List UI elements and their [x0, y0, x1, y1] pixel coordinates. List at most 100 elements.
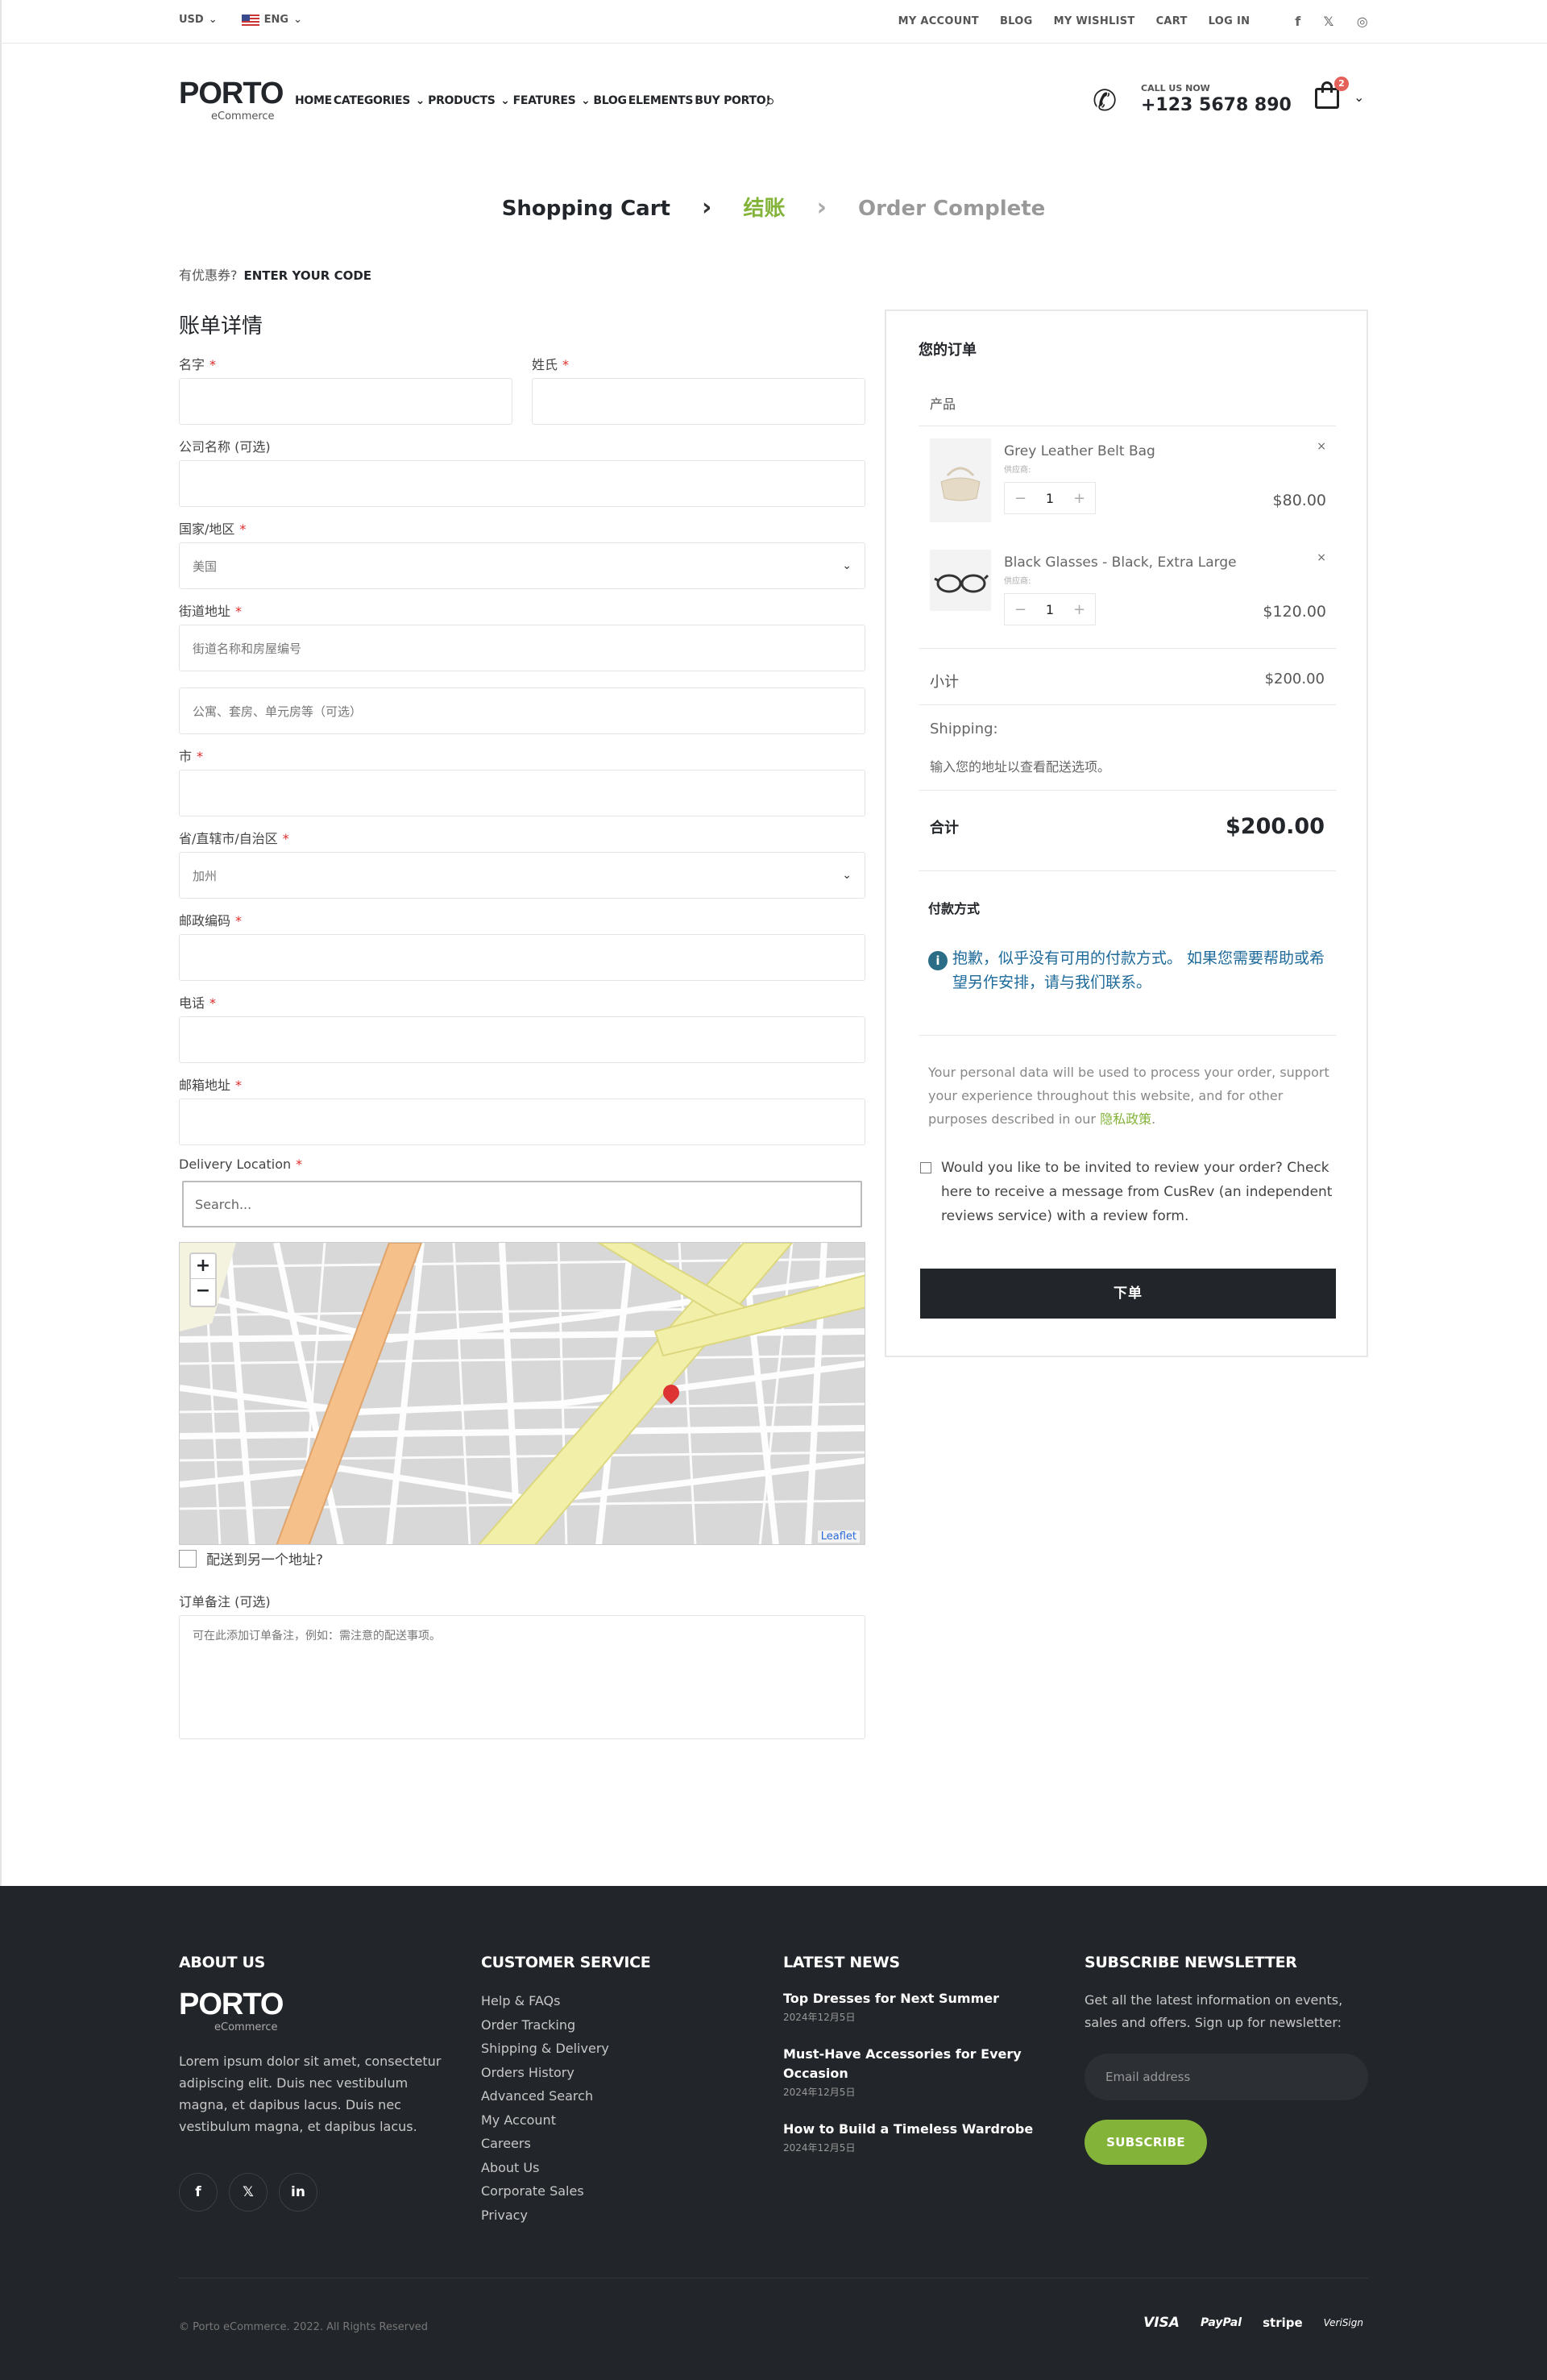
place-order-button[interactable]: 下单 [920, 1269, 1336, 1319]
nav-buy-porto[interactable]: BUY PORTO! [695, 94, 771, 107]
logo-text: PORTO [179, 77, 284, 110]
street-address-field[interactable]: 街道名称和房屋编号 [179, 625, 865, 671]
product-name[interactable]: Grey Leather Belt Bag [1004, 443, 1155, 459]
company-field[interactable] [179, 460, 865, 507]
x-icon[interactable]: 𝕏 [229, 2173, 268, 2212]
news-title[interactable]: Top Dresses for Next Summer [783, 1989, 1057, 2008]
footer-link[interactable]: My Account [481, 2108, 723, 2133]
instagram-icon[interactable]: ◎ [1357, 14, 1368, 29]
map-search-input[interactable]: Search... [182, 1181, 862, 1227]
zoom-out-button[interactable]: − [191, 1279, 215, 1303]
facebook-icon[interactable]: f [179, 2173, 218, 2212]
remove-item-icon[interactable]: × [1317, 440, 1326, 453]
footer-link[interactable]: Shipping & Delivery [481, 2037, 723, 2061]
link-my-account[interactable]: MY ACCOUNT [898, 15, 979, 27]
review-invite-checkbox[interactable] [920, 1162, 931, 1173]
nav-products[interactable]: PRODUCTS ⌄ [428, 94, 511, 107]
news-title[interactable]: Must-Have Accessories for Every Occasion [783, 2045, 1057, 2083]
news-title[interactable]: How to Build a Timeless Wardrobe [783, 2120, 1057, 2139]
enter-code-link[interactable]: ENTER YOUR CODE [244, 268, 372, 283]
footer-link[interactable]: Order Tracking [481, 2013, 723, 2037]
cart-bag [1315, 88, 1339, 109]
chevron-down-icon[interactable]: ⌄ [1354, 89, 1364, 105]
item-price: $120.00 [1263, 603, 1326, 621]
product-thumbnail[interactable] [930, 438, 991, 522]
placeholder: 可在此添加订单备注，例如：需注意的配送事项。 [193, 1630, 441, 1643]
privacy-policy-link[interactable]: 隐私政策 [1100, 1111, 1151, 1127]
delivery-map[interactable]: + − Leaflet [179, 1242, 865, 1545]
total-label: 合计 [930, 819, 959, 837]
link-blog[interactable]: BLOG [1000, 15, 1033, 27]
language-switcher[interactable]: ENG ⌄ [241, 14, 302, 26]
currency-switcher[interactable]: USD ⌄ [179, 14, 218, 26]
required-mark: * [239, 521, 247, 537]
phone-field[interactable] [179, 1016, 865, 1063]
item-price: $80.00 [1272, 492, 1326, 509]
facebook-icon[interactable]: f [1295, 14, 1300, 29]
required-mark: * [209, 995, 217, 1011]
map-attribution-link[interactable]: Leaflet [817, 1531, 860, 1543]
ship-different-option[interactable]: 配送到另一个地址? [179, 1548, 865, 1568]
city-field[interactable] [179, 770, 865, 816]
nav-categories[interactable]: CATEGORIES ⌄ [334, 94, 426, 107]
label-text: 电话 [179, 995, 205, 1011]
zip-field[interactable] [179, 934, 865, 981]
phone-number[interactable]: +123 5678 890 [1141, 95, 1292, 115]
newsletter-email-input[interactable]: Email address [1085, 2054, 1368, 2100]
nav-elements[interactable]: ELEMENTS [628, 94, 694, 107]
glasses-image [930, 550, 991, 611]
increase-qty-button[interactable]: + [1073, 490, 1085, 507]
label-text: 省/直辖市/自治区 [179, 831, 278, 846]
first-name-field[interactable] [179, 378, 512, 425]
x-icon[interactable]: 𝕏 [1324, 14, 1334, 29]
nav-features[interactable]: FEATURES ⌄ [513, 94, 592, 107]
chevron-down-icon: ⌄ [415, 94, 425, 107]
quantity-value[interactable]: 1 [1046, 491, 1054, 506]
divider [919, 704, 1336, 705]
footer-latest-news: LATEST NEWS Top Dresses for Next Summer … [783, 1954, 1057, 2175]
remove-item-icon[interactable]: × [1317, 551, 1326, 564]
last-name-field[interactable] [532, 378, 865, 425]
footer-link[interactable]: Corporate Sales [481, 2179, 723, 2203]
search-icon[interactable]: ⌕ [765, 91, 775, 111]
footer-logo[interactable]: PORTO eCommerce [179, 1989, 453, 2041]
quantity-stepper: − 1 + [1004, 482, 1096, 514]
subtotal-label: 小计 [930, 674, 959, 691]
footer-link[interactable]: About Us [481, 2156, 723, 2180]
chevron-down-icon: ⌄ [842, 559, 852, 572]
link-my-wishlist[interactable]: MY WISHLIST [1054, 15, 1135, 27]
subtotal-row: 小计 $200.00 [930, 671, 1325, 692]
footer-link[interactable]: Help & FAQs [481, 1989, 723, 2013]
decrease-qty-button[interactable]: − [1014, 601, 1026, 618]
order-notes-textarea[interactable]: 可在此添加订单备注，例如：需注意的配送事项。 [179, 1615, 865, 1739]
increase-qty-button[interactable]: + [1073, 601, 1085, 618]
footer-link[interactable]: Orders History [481, 2061, 723, 2085]
paypal-logo-icon: PayPal [1200, 2316, 1242, 2329]
placeholder: 公寓、套房、单元房等（可选） [193, 704, 363, 719]
country-select[interactable]: 美国 ⌄ [179, 542, 865, 589]
subscribe-button[interactable]: SUBSCRIBE [1085, 2120, 1207, 2165]
quantity-value[interactable]: 1 [1046, 602, 1054, 617]
link-log-in[interactable]: LOG IN [1209, 15, 1250, 27]
nav-blog[interactable]: BLOG [593, 94, 627, 107]
email-field[interactable] [179, 1099, 865, 1145]
site-logo[interactable]: PORTO eCommerce [179, 77, 284, 123]
linkedin-icon[interactable]: in [279, 2173, 317, 2212]
zoom-in-button[interactable]: + [191, 1254, 215, 1279]
step-shopping-cart[interactable]: Shopping Cart [502, 197, 670, 221]
divider [919, 648, 1336, 649]
footer-link[interactable]: Advanced Search [481, 2084, 723, 2108]
cart-icon[interactable]: 2 [1313, 77, 1349, 110]
nav-home[interactable]: HOME [295, 94, 332, 107]
footer-link[interactable]: Careers [481, 2132, 723, 2156]
product-name[interactable]: Black Glasses - Black, Extra Large [1004, 555, 1237, 571]
footer-link[interactable]: Privacy [481, 2203, 723, 2228]
product-thumbnail[interactable] [930, 550, 991, 611]
state-select[interactable]: 加州 ⌄ [179, 852, 865, 899]
news-item: How to Build a Timeless Wardrobe 2024年12… [783, 2120, 1057, 2154]
divider [919, 870, 1336, 871]
ship-different-checkbox[interactable] [179, 1549, 197, 1568]
decrease-qty-button[interactable]: − [1014, 490, 1026, 507]
street-address-2-field[interactable]: 公寓、套房、单元房等（可选） [179, 687, 865, 734]
link-cart[interactable]: CART [1156, 15, 1188, 27]
